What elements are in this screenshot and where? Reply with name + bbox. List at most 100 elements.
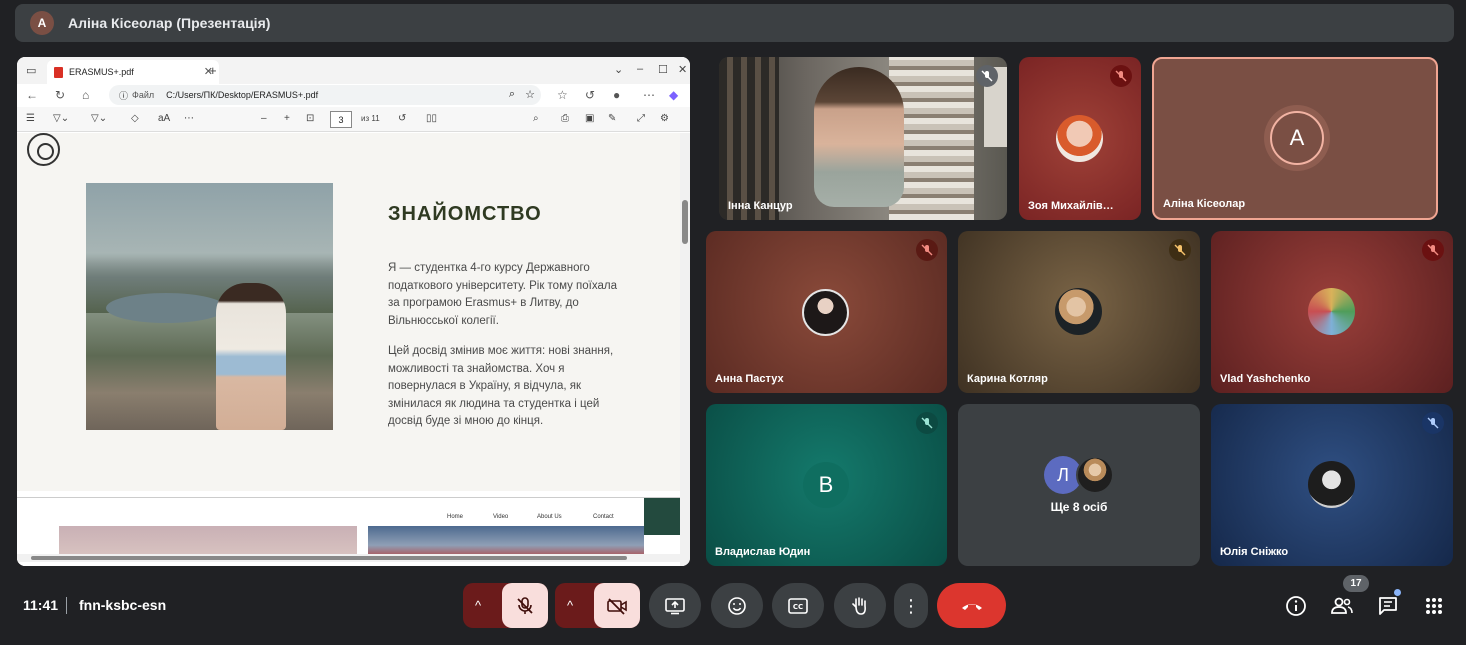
audio-control-group: ^ [463,583,548,628]
page-view-icon[interactable]: ▯▯ [426,113,437,124]
participant-video [814,67,904,207]
unmute-button[interactable] [502,583,548,628]
zoom-out-icon[interactable]: – [261,113,267,124]
horizontal-scrollbar[interactable] [17,554,680,562]
reactions-button[interactable] [711,583,763,628]
participant-avatar [1308,288,1355,335]
participant-avatar [1055,288,1102,335]
muted-mic-icon [1110,65,1132,87]
draw-icon[interactable]: ▽⌄ [91,113,107,124]
participant-avatar: В [803,462,849,508]
zoom-icon[interactable]: ⌕ [509,88,515,101]
vertical-scrollbar[interactable] [680,133,690,566]
fit-page-icon[interactable]: ⊡ [306,113,314,124]
others-tile[interactable]: Л Ще 8 осіб [958,404,1200,566]
browser-tab[interactable]: ERASMUS+.pdf ✕ [47,60,219,84]
print-icon[interactable]: ⎙ [561,113,569,124]
participant-name: Карина Котляр [967,373,1048,385]
copilot-icon[interactable]: ◆ [669,88,678,102]
next-page-nav-about: About Us [537,514,562,520]
participant-tile[interactable]: Інна Канцур [719,57,1007,220]
home-icon[interactable]: ⌂ [82,88,89,102]
browser-tab-row: ▭ ERASMUS+.pdf ✕ + ⌄ – ☐ ✕ [17,57,690,84]
muted-mic-icon [1169,239,1191,261]
next-page-nav-home: Home [447,514,464,520]
participant-tile-active-speaker[interactable]: A Аліна Кісеолар [1152,57,1438,220]
history-icon[interactable]: ↺ [585,88,595,102]
more-icon[interactable]: ⋯ [643,88,655,102]
mic-off-icon [517,596,533,614]
camera-off-icon [607,597,627,615]
participant-tile[interactable]: Vlad Yashchenko [1211,231,1453,393]
page-count: из 11 [361,114,380,123]
participant-name: Зоя Михайлів… [1028,200,1114,212]
page-number-input[interactable]: 3 [330,111,352,128]
chat-icon [1379,596,1397,615]
video-control-group: ^ [555,583,640,628]
apps-grid-icon [1426,597,1442,614]
maximize-icon[interactable]: ☐ [658,63,668,76]
refresh-icon[interactable]: ↻ [55,88,65,102]
captions-icon: CC [788,597,808,614]
muted-mic-icon [916,239,938,261]
more-options-button[interactable]: ⋮ [894,583,928,628]
favorite-star-icon[interactable]: ☆ [525,88,535,101]
meeting-details-button[interactable] [1280,583,1312,628]
read-aloud-icon[interactable]: aA [158,113,170,124]
rotate-icon[interactable]: ↺ [398,113,406,124]
audio-options-chevron-icon[interactable]: ^ [475,598,481,613]
fullscreen-icon[interactable]: ⤢ [637,113,645,124]
participant-avatar [1056,115,1103,162]
leave-call-button[interactable] [937,583,1006,628]
tab-actions-icon[interactable]: ▭ [26,64,36,77]
slide-heading: ЗНАЙОМСТВО [388,203,542,225]
participant-name: Аліна Кісеолар [1163,198,1246,210]
contents-icon[interactable]: ☰ [26,113,35,124]
chat-notification-dot [1394,589,1401,596]
presenter-avatar: A [30,11,54,35]
participant-name: Владислав Юдин [715,546,811,558]
present-screen-button[interactable] [649,583,701,628]
participant-name: Vlad Yashchenko [1220,373,1311,385]
chevron-down-icon[interactable]: ⌄ [614,63,623,76]
muted-mic-icon [976,65,998,87]
erase-icon[interactable]: ◇ [131,113,139,124]
turn-on-camera-button[interactable] [594,583,640,628]
favorites-icon[interactable]: ☆ [557,88,568,102]
activities-button[interactable] [1418,583,1450,628]
close-window-icon[interactable]: ✕ [678,63,687,76]
back-icon[interactable]: ← [26,88,38,102]
more-vert-icon: ⋮ [902,595,920,616]
address-bar[interactable]: ⓘ Файл C:/Users/ПК/Desktop/ERASMUS+.pdf … [109,85,541,105]
slide-paragraph-2: Цей досвід змінив моє життя: нові знання… [388,345,614,427]
profile-icon[interactable]: ● [613,88,620,102]
participant-tile[interactable]: Зоя Михайлів… [1019,57,1141,220]
college-logo [27,133,60,166]
raise-hand-button[interactable] [834,583,886,628]
participant-avatar [802,289,849,336]
video-options-chevron-icon[interactable]: ^ [567,598,573,613]
participant-tile[interactable]: В Владислав Юдин [706,404,947,566]
address-row: ← ↻ ⌂ ⓘ Файл C:/Users/ПК/Desktop/ERASMUS… [17,84,690,107]
new-tab-icon[interactable]: + [209,63,217,78]
info-icon: ⓘ [119,90,129,101]
save-as-icon[interactable]: ✎ [608,113,616,124]
search-icon[interactable]: ⌕ [533,113,539,124]
captions-button[interactable]: CC [772,583,824,628]
pdf-page: ЗНАЙОМСТВО Я — студентка 4-го курсу Держ… [17,133,680,491]
zoom-in-icon[interactable]: + [284,113,290,124]
hang-up-icon [961,603,982,610]
save-icon[interactable]: ▣ [585,113,594,124]
more-tools-icon[interactable]: ⋯ [184,113,194,124]
muted-mic-icon [1422,239,1444,261]
meeting-code: fnn-ksbc-esn [79,597,167,613]
settings-gear-icon[interactable]: ⚙ [660,113,669,124]
highlight-icon[interactable]: ▽⌄ [53,113,69,124]
participant-tile[interactable]: Карина Котляр [958,231,1200,393]
participant-tile[interactable]: Анна Пастух [706,231,947,393]
minimize-icon[interactable]: – [637,63,643,75]
participant-tile[interactable]: Юлія Сніжко [1211,404,1453,566]
shared-screen: ▭ ERASMUS+.pdf ✕ + ⌄ – ☐ ✕ ← ↻ ⌂ ⓘ Файл … [17,57,690,566]
slide-paragraph-1: Я — студентка 4-го курсу Державного пода… [388,262,618,327]
pdf-icon [54,66,63,78]
